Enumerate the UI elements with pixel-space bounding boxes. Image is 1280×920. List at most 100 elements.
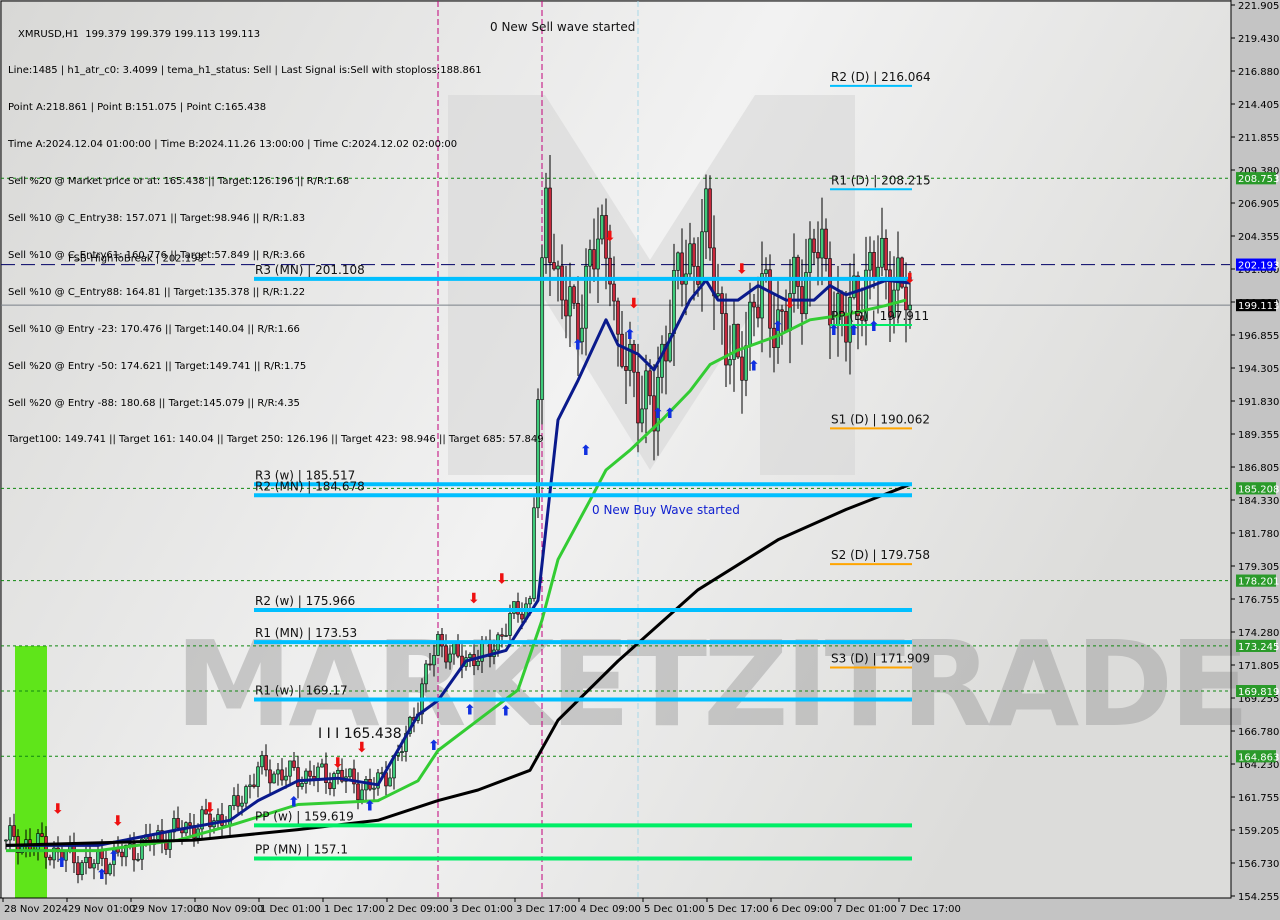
candle-body (308, 770, 312, 777)
info-line: Target100: 149.741 || Target 161: 140.04… (8, 434, 544, 446)
candle-body (348, 768, 352, 778)
candle-body (636, 371, 640, 424)
y-tick-label: 216.880 (1238, 67, 1279, 78)
candle-body (552, 262, 556, 270)
candle-body (896, 257, 900, 291)
current-price-tag-text: 199.113 (1238, 301, 1279, 312)
candle-body (576, 302, 580, 343)
candle-body (96, 850, 100, 864)
daily-pivot-label: S2 (D) | 179.758 (831, 548, 930, 562)
candle-body (728, 359, 732, 366)
signal-arrow-down-icon: ⬇ (52, 802, 64, 818)
level-tag-text: 178.201 (1238, 577, 1279, 588)
candle-body (240, 802, 244, 807)
candle-body (640, 408, 644, 424)
candle-body (120, 851, 124, 858)
candle-body (424, 663, 428, 685)
level-tag-text: 173.245 (1238, 642, 1279, 653)
candle-body (692, 243, 696, 267)
x-tick-label: 1 Dec 17:00 (324, 904, 385, 915)
x-tick-label: 30 Nov 09:00 (196, 904, 263, 915)
candle-body (824, 228, 828, 259)
candle-body (256, 766, 260, 787)
candle-body (88, 856, 92, 869)
candle-body (764, 269, 768, 274)
candle-body (268, 769, 272, 784)
candle-body (452, 642, 456, 655)
candle-body (648, 370, 652, 397)
candle-body (284, 775, 288, 781)
y-tick-label: 186.805 (1238, 463, 1279, 474)
candle-body (48, 856, 52, 861)
signal-arrow-down-icon: ⬇ (784, 296, 796, 312)
daily-pivot-label: R2 (D) | 216.064 (831, 70, 931, 84)
signal-arrow-down-icon: ⬇ (604, 229, 616, 245)
y-tick-label: 204.355 (1238, 232, 1279, 243)
signal-arrow-down-icon: ⬇ (356, 740, 368, 756)
point-c-annotation: I I I 165.438 (318, 726, 402, 742)
candle-body (632, 343, 636, 373)
highlight-bar (15, 646, 47, 898)
chart-window: MARKETZITRADE208.753185.208178.201173.24… (0, 0, 1280, 920)
candle-body (76, 862, 80, 875)
candle-body (816, 252, 820, 259)
info-line: Sell %10 @ C_Entry88: 164.81 || Target:1… (8, 286, 306, 298)
candle-body (356, 783, 360, 801)
candle-body (572, 286, 576, 304)
candle-body (300, 783, 304, 787)
x-tick-label: 29 Nov 01:00 (68, 904, 135, 915)
candle-body (292, 760, 296, 768)
signal-arrow-up-icon: ⬆ (56, 855, 68, 871)
y-tick-label: 194.305 (1238, 364, 1279, 375)
candle-body (40, 833, 44, 837)
candle-body (720, 293, 724, 314)
y-tick-label: 154.255 (1238, 892, 1279, 903)
candle-body (700, 231, 704, 285)
signal-arrow-up-icon: ⬆ (108, 849, 120, 865)
signal-arrow-up-icon: ⬆ (572, 338, 584, 354)
signal-arrow-up-icon: ⬆ (96, 867, 108, 883)
candle-body (456, 642, 460, 657)
candle-body (516, 601, 520, 615)
candle-body (296, 767, 300, 787)
symbol-line: XMRUSD,H1 199.379 199.379 199.113 199.11… (18, 28, 261, 40)
signal-arrow-up-icon: ⬆ (288, 795, 300, 811)
candle-body (520, 613, 524, 620)
signal-arrow-up-icon: ⬆ (652, 406, 664, 422)
pivot-label: PP (MN) | 157.1 (255, 843, 348, 857)
candle-body (696, 266, 700, 285)
x-tick-label: 3 Dec 17:00 (516, 904, 577, 915)
candle-body (436, 634, 440, 656)
y-tick-label: 196.855 (1238, 331, 1279, 342)
signal-arrow-up-icon: ⬆ (868, 319, 880, 335)
candle-body (244, 786, 248, 804)
candle-body (660, 343, 664, 378)
candle-body (476, 660, 480, 667)
signal-arrow-up-icon: ⬆ (828, 323, 840, 339)
signal-arrow-up-icon: ⬆ (624, 327, 636, 343)
level-tag-text: 169.819 (1238, 687, 1279, 698)
candle-body (704, 188, 708, 233)
x-tick-label: 7 Dec 17:00 (900, 904, 961, 915)
candle-body (264, 755, 268, 771)
candle-body (272, 773, 276, 784)
fsb-tag-text: 202.193 (1238, 261, 1279, 272)
candle-body (628, 343, 632, 371)
candle-body (136, 858, 140, 861)
y-tick-label: 156.730 (1238, 859, 1279, 870)
info-line: Point A:218.861 | Point B:151.075 | Poin… (8, 102, 267, 114)
candle-body (532, 507, 536, 599)
candle-body (596, 238, 600, 270)
candle-body (80, 862, 84, 875)
candle-body (500, 634, 504, 637)
daily-pivot-label: S1 (D) | 190.062 (831, 412, 930, 426)
candle-body (216, 814, 220, 822)
signal-arrow-down-icon: ⬇ (628, 296, 640, 312)
candle-body (72, 844, 76, 864)
x-tick-label: 1 Dec 01:00 (260, 904, 321, 915)
signal-arrow-up-icon: ⬆ (664, 406, 676, 422)
candle-body (556, 265, 560, 270)
y-tick-label: 191.830 (1238, 397, 1279, 408)
info-line: Sell %10 @ C_Entry61: 160.776 || Target:… (8, 249, 306, 261)
x-tick-label: 5 Dec 01:00 (644, 904, 705, 915)
